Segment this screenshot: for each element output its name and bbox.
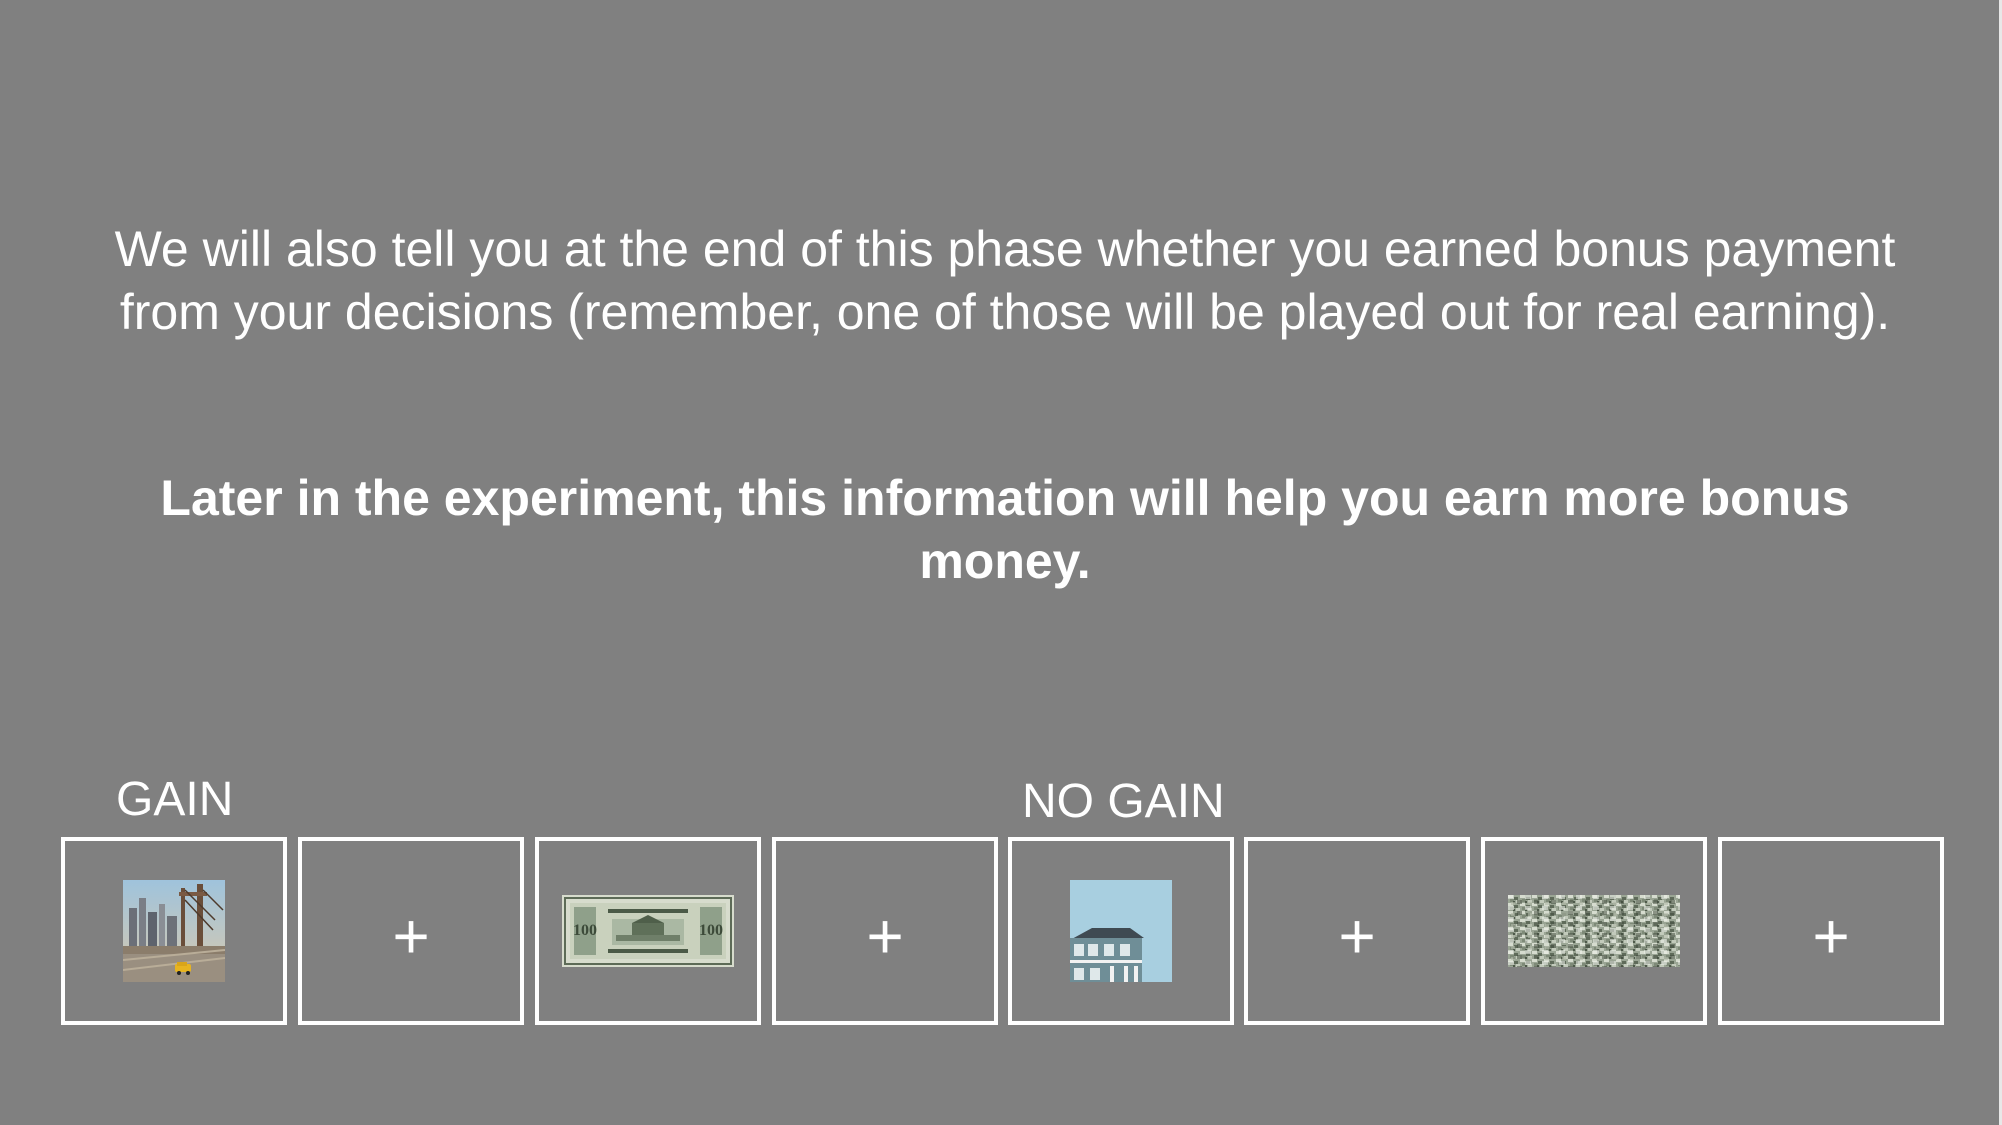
house-photo-icon [1070, 880, 1172, 982]
slide: We will also tell you at the end of this… [0, 0, 2002, 1125]
gain-label: GAIN [116, 773, 234, 826]
sequence-box-5 [1008, 837, 1234, 1025]
instruction-text: We will also tell you at the end of this… [114, 221, 1896, 340]
sequence-box-6: + [1244, 837, 1470, 1025]
sequence-box-4: + [772, 837, 998, 1025]
sequence-box-3: 100 100 [535, 837, 761, 1025]
fixation-cross: + [1812, 900, 1850, 972]
fixation-cross: + [392, 900, 430, 972]
instruction-emphasis-text: Later in the experiment, this informatio… [160, 470, 1850, 589]
svg-text:100: 100 [573, 922, 597, 939]
sequence-box-2: + [298, 837, 524, 1025]
no-gain-label: NO GAIN [1022, 775, 1225, 828]
hundred-dollar-bill-photo-icon: 100 100 [562, 895, 734, 967]
city-bridge-photo-icon [123, 880, 225, 982]
scrambled-noise-image-icon [1508, 895, 1680, 967]
fixation-cross: + [1338, 900, 1376, 972]
sequence-box-1 [61, 837, 287, 1025]
sequence-box-8: + [1718, 837, 1944, 1025]
sequence-box-7 [1481, 837, 1707, 1025]
svg-text:100: 100 [699, 922, 723, 939]
fixation-cross: + [866, 900, 904, 972]
